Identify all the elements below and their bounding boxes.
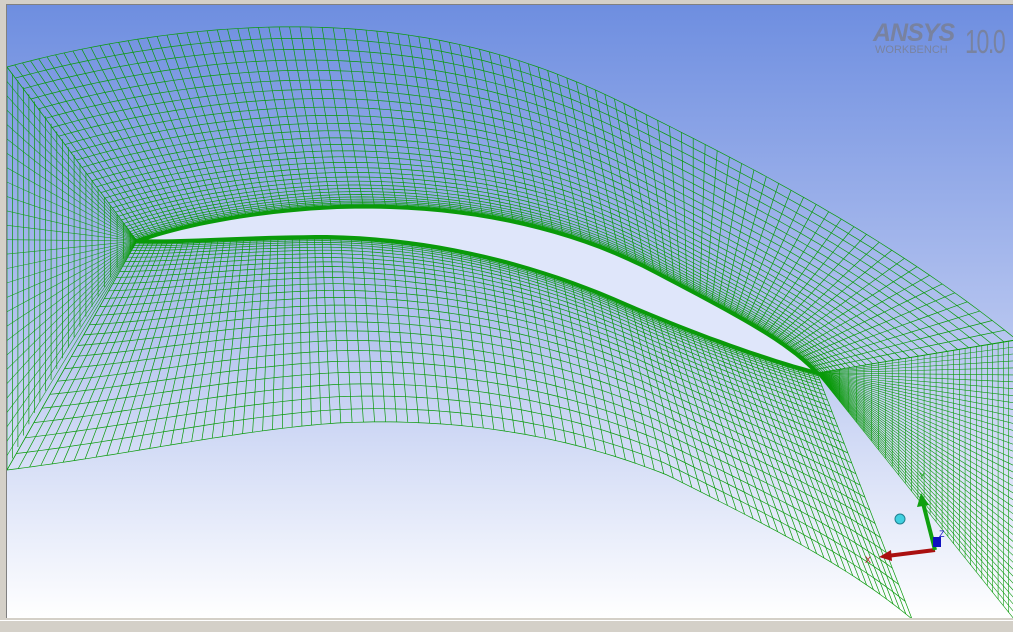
application-frame: X Y Z ANSYS WORKBENCH 10.0 <box>0 0 1013 632</box>
status-strip <box>0 620 1013 632</box>
logo-product: WORKBENCH <box>875 44 948 56</box>
logo-version: 10.0 <box>965 23 1006 60</box>
ansys-logo: ANSYS WORKBENCH 10.0 <box>873 19 1007 63</box>
graphics-viewport[interactable]: X Y Z ANSYS WORKBENCH 10.0 <box>6 4 1013 618</box>
y-axis-label: Y <box>919 471 925 481</box>
mesh-canvas[interactable]: X Y Z <box>7 5 1013 618</box>
x-axis-label: X <box>865 555 871 565</box>
iso-view-ball[interactable] <box>894 513 906 525</box>
z-axis-label: Z <box>939 529 945 539</box>
